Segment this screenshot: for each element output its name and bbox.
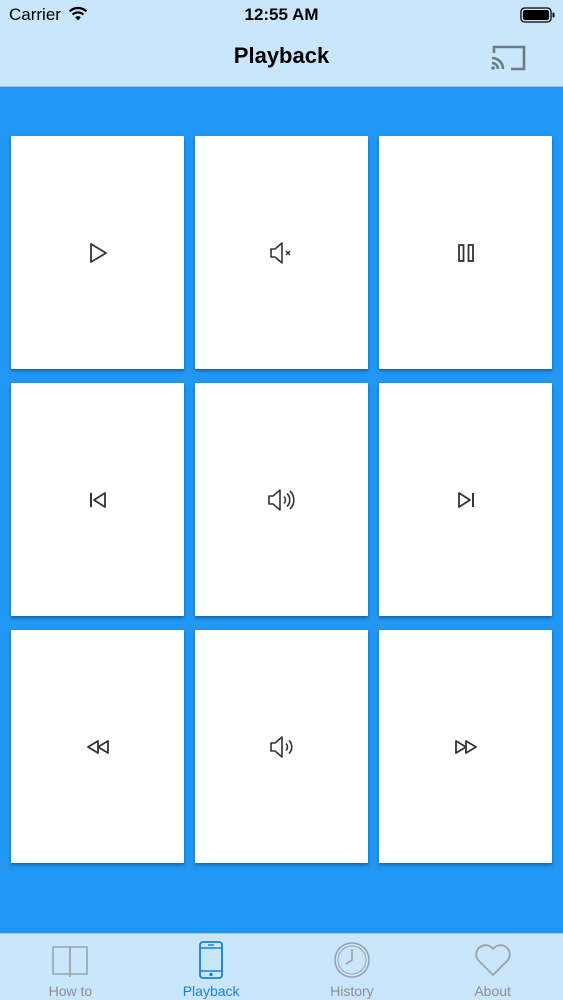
playback-controls-grid xyxy=(11,136,552,863)
rewind-icon xyxy=(86,739,109,754)
play-button[interactable] xyxy=(11,136,184,369)
battery-icon xyxy=(520,7,555,23)
rewind-button[interactable] xyxy=(11,630,184,863)
mute-icon xyxy=(269,241,290,264)
pause-icon xyxy=(457,243,474,262)
play-icon xyxy=(89,242,107,263)
tab-label-how-to: How to xyxy=(48,983,93,999)
status-time: 12:55 AM xyxy=(244,5,319,24)
tab-playback[interactable]: Playback xyxy=(141,934,282,1000)
fast-forward-button[interactable] xyxy=(379,630,552,863)
status-bar: Carrier 12:55 AM xyxy=(0,0,563,30)
clock-icon xyxy=(334,942,370,978)
cast-icon[interactable] xyxy=(489,42,529,72)
tab-about[interactable]: About xyxy=(422,934,563,1000)
volume-up-button[interactable] xyxy=(195,383,368,616)
skip-next-button[interactable] xyxy=(379,383,552,616)
mute-button[interactable] xyxy=(195,136,368,369)
volume-down-button[interactable] xyxy=(195,630,368,863)
tab-how-to[interactable]: How to xyxy=(0,934,141,1000)
fast-forward-icon xyxy=(454,739,477,754)
phone-icon xyxy=(199,941,224,979)
tab-label-about: About xyxy=(474,983,511,999)
skip-next-icon xyxy=(457,491,474,508)
skip-previous-button[interactable] xyxy=(11,383,184,616)
volume-up-icon xyxy=(267,488,295,511)
skip-previous-icon xyxy=(89,491,106,508)
tab-bar: How to Playback History About xyxy=(0,933,563,1000)
pause-button[interactable] xyxy=(379,136,552,369)
tab-label-playback: Playback xyxy=(182,983,240,999)
tab-label-history: History xyxy=(330,983,374,999)
book-icon xyxy=(52,946,89,977)
top-bar: Carrier 12:55 AM Playback xyxy=(0,0,563,87)
page-title: Playback xyxy=(233,43,330,68)
volume-down-icon xyxy=(269,735,293,758)
tab-history[interactable]: History xyxy=(282,934,423,1000)
heart-icon xyxy=(474,944,511,976)
